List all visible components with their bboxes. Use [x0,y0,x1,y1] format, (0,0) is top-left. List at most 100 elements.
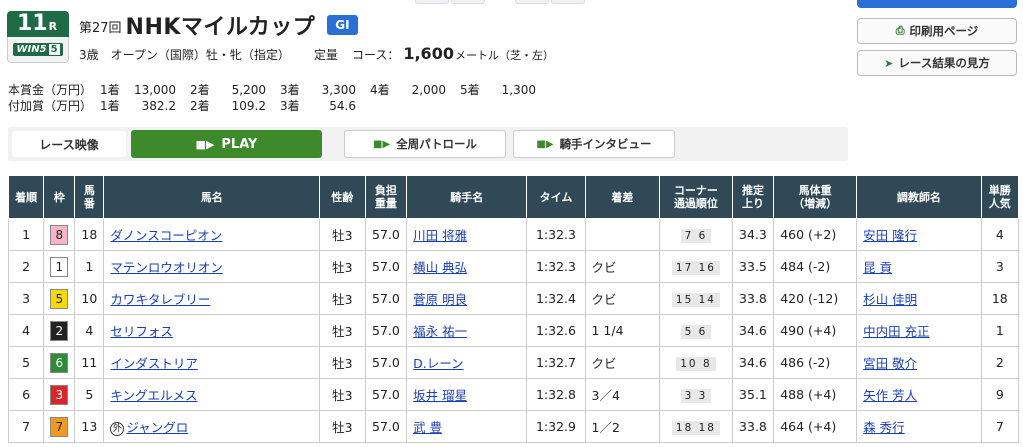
column-header: 着順 [7,175,45,219]
foreign-mark: 外 [110,421,125,436]
horse-name-cell: カワキタレブリー [103,282,321,315]
horse-number: 4 [74,314,105,347]
print-page-button[interactable]: ⎙ 印刷用ページ [857,18,1017,44]
horse-number: 10 [74,282,105,315]
top-tab[interactable] [415,0,449,4]
margin: クビ [584,282,661,315]
interview-button[interactable]: ■▶ 騎手インタビュー [513,130,675,158]
jockey-link[interactable]: 川田 将雅 [413,228,467,243]
top-tab[interactable] [451,0,485,4]
jockey-cell: 福永 祐一 [406,314,528,347]
table-row: 3 5 10 カワキタレブリー 牡3 57.0 菅原 明良 1:32.4 クビ 15 14 33.8… [7,282,1020,315]
result-guide-button[interactable]: ➤ レース結果の見方 [857,50,1017,76]
trainer-link[interactable]: 杉山 佳明 [863,292,917,307]
margin: 3／4 [584,378,661,411]
trainer-link[interactable]: 宮田 敬介 [863,356,917,371]
column-header: 馬体重 （増減） [773,175,858,219]
jockey-link[interactable]: 福永 祐一 [413,324,467,339]
horse-name-link[interactable]: ダノンスコーピオン [110,228,222,243]
gate-cell: 2 [43,314,76,347]
gate-number: 2 [50,320,69,341]
table-row: 6 3 5 キングエルメス 牡3 57.0 坂井 瑠星 1:32.8 3／4 3 3 35.1 488… [7,378,1020,411]
column-header: 負担 重量 [364,175,408,219]
trainer-cell: 矢作 芳人 [856,378,982,411]
race-time: 1:32.6 [526,314,586,347]
race-time: 1:32.3 [526,218,586,251]
column-header: 単勝 人気 [980,175,1020,219]
jockey-cell: 川田 将雅 [406,218,528,251]
top-blue-button[interactable] [857,0,1017,8]
results-table: 着順枠馬番馬名 性齢 負担 重量 騎手名 タイム 着差 コーナー 通過順位 推定 上り 馬体重 （増減）… [7,175,1020,443]
corner-cell: 17 16 [659,250,733,283]
patrol-button[interactable]: ■▶ 全周パトロール [344,130,506,158]
column-header: 推定 上り [731,175,775,219]
corner-cell: 5 6 [659,314,733,347]
table-row: 4 2 4 セリフォス 牡3 57.0 福永 祐一 1:32.6 1 1/4 5 6 34.6 490… [7,314,1020,347]
corner-cell: 7 6 [659,218,733,251]
jockey-link[interactable]: 横山 典弘 [413,260,467,275]
finish-position: 3 [7,282,45,315]
play-label: PLAY [221,136,258,152]
prize-amount: 1,300 [501,83,536,97]
corner-positions: 17 16 [671,260,720,275]
column-header: 馬名 [103,175,321,219]
horse-name-link[interactable]: カワキタレブリー [110,292,210,307]
trainer-link[interactable]: 森 秀行 [863,420,904,435]
jockey-link[interactable]: D.レーン [413,356,463,371]
gate-cell: 8 [43,218,76,251]
corner-cell: 18 18 [659,410,733,443]
carried-weight: 57.0 [364,282,408,315]
course-distance-unit: メートル（芝・左） [454,49,554,62]
play-button[interactable]: ■▶ PLAY [131,130,322,158]
trainer-link[interactable]: 昆 貢 [863,260,892,275]
win5-num: 5 [39,44,47,55]
gate-number: 5 [50,288,69,309]
popularity: 1 [980,314,1020,347]
race-time: 1:32.7 [526,346,586,379]
column-header: 騎手名 [406,175,528,219]
finish-position: 2 [7,250,45,283]
carried-weight: 57.0 [364,314,408,347]
column-header: 調教師名 [856,175,982,219]
horse-name-cell: インダストリア [103,346,321,379]
table-body: 1 8 18 ダノンスコーピオン 牡3 57.0 川田 将雅 1:32.3 7 6 34.3 460… [7,218,1020,443]
video-camera-icon: ■▶ [536,138,554,150]
arrow-circle-icon: ➤ [884,56,894,70]
trainer-link[interactable]: 安田 隆行 [863,228,917,243]
sex-age: 牡3 [319,218,366,251]
horse-name-link[interactable]: インダストリア [110,356,198,371]
popularity: 7 [980,410,1020,443]
jockey-link[interactable]: 坂井 瑠星 [413,388,467,403]
horse-name-link[interactable]: マテンロウオリオン [110,260,223,275]
prize-place: 1着 [100,83,120,97]
gate-cell: 5 [43,282,76,315]
gate-cell: 6 [43,346,76,379]
video-bar: レース映像 ■▶ PLAY ■▶ 全周パトロール ■▶ 騎手インタビュー [8,127,848,161]
popularity: 4 [980,218,1020,251]
corner-positions: 10 8 [676,356,716,371]
top-tab[interactable] [515,0,549,4]
prize-amount: 13,000 [134,83,176,97]
column-header: 馬番 [74,175,105,219]
jockey-link[interactable]: 菅原 明良 [413,292,467,307]
prize-amount: 3,300 [321,83,356,97]
horse-name-link[interactable]: ジャングロ [126,420,188,435]
jockey-link[interactable]: 武 豊 [413,420,442,435]
extra-prize-list: 1着 382.2 2着 109.2 3着 54.6 [100,97,370,114]
margin: 1／2 [584,410,661,443]
win5-logo: WIN 5 5 [13,43,63,56]
horse-name-link[interactable]: セリフォス [110,324,173,339]
horse-name-link[interactable]: キングエルメス [110,388,197,403]
top-tab[interactable] [551,0,585,4]
sex-age: 牡3 [319,314,366,347]
trainer-link[interactable]: 矢作 芳人 [863,388,917,403]
trainer-link[interactable]: 中内田 充正 [863,324,929,339]
finish-position: 5 [7,346,45,379]
printer-icon: ⎙ [895,24,905,37]
win5-label: WIN [16,44,40,55]
win5-leg: 5 [48,44,60,55]
body-weight: 486 (-2) [773,346,858,379]
race-edition: 第27回 [79,21,122,36]
column-header: 枠 [43,175,76,219]
horse-number: 5 [74,378,105,411]
